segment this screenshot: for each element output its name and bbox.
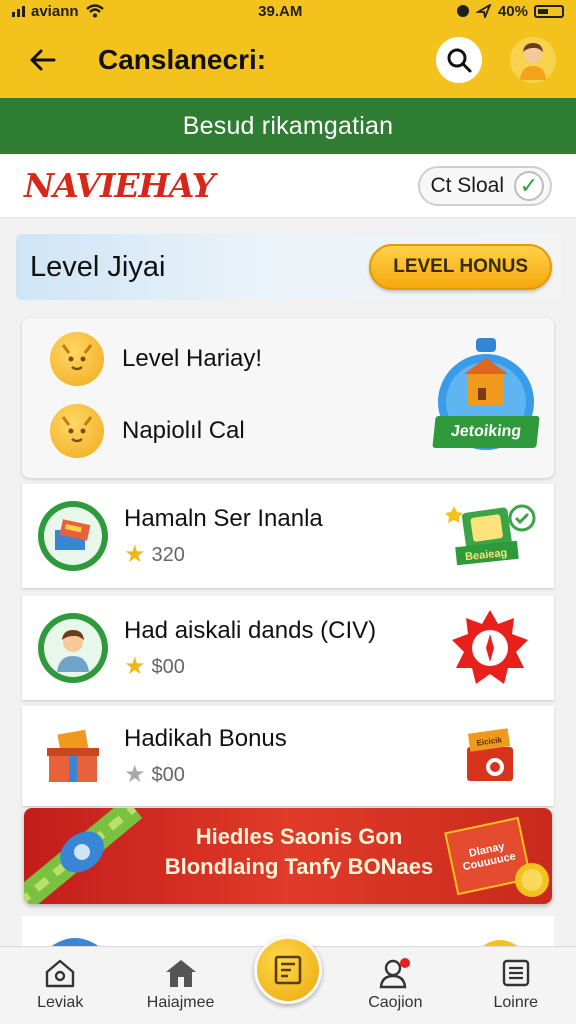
document-icon: [274, 955, 302, 985]
star-icon: ★: [124, 653, 146, 680]
nav-item-caojion[interactable]: Caojion: [340, 958, 450, 1012]
profile-avatar[interactable]: [510, 37, 556, 83]
item-text: Hamaln Ser Inanla ★ 320: [124, 505, 442, 567]
level-header: Level Jiyai LEVEL HONUS: [16, 234, 562, 300]
list-item[interactable]: Had aiskali dands (CIV) ★ $00: [22, 596, 554, 700]
item-title: Had aiskali dands (CIV): [124, 617, 377, 644]
level-row-label: Napiolıl Cal: [122, 417, 245, 444]
level-card[interactable]: Level Hariay! Napiolıl Cal Jetoiking: [22, 318, 554, 478]
trophy-label: Jetoiking: [432, 416, 540, 448]
item-side: Eicicik: [442, 716, 538, 796]
carrier-label: aviann: [31, 2, 79, 20]
item-side: Beaieag: [442, 496, 538, 576]
item-value: $00: [151, 655, 185, 678]
candy-wand-icon: [24, 808, 143, 904]
nav-item-loinre[interactable]: Loinre: [461, 958, 571, 1012]
page-title: Canslanecri:: [98, 44, 267, 75]
center-action-button[interactable]: [254, 936, 322, 1004]
item-meta: ★ $00: [124, 655, 442, 679]
signal-icon: [12, 5, 25, 17]
list-item[interactable]: Hadikah Bonus ★ $00 Eicicik: [22, 706, 554, 806]
level-row[interactable]: Level Hariay!: [50, 332, 262, 386]
search-icon: [447, 48, 472, 73]
home-outline-icon: [43, 958, 77, 988]
brand-row: NAVIEHAY Ct Sloal ✓: [0, 154, 576, 218]
item-title: Hamaln Ser Inanla: [124, 505, 323, 532]
status-bar: aviann 39.AM 40%: [0, 0, 576, 22]
home-filled-icon: [164, 958, 198, 988]
nav-item-haiajmee[interactable]: Haiajmee: [126, 958, 236, 1012]
item-meta: ★ $00: [124, 763, 442, 787]
person-avatar-icon: [57, 630, 89, 672]
star-icon: ★: [124, 541, 146, 568]
nav-label: Leviak: [37, 994, 84, 1011]
wifi-icon: [85, 4, 104, 18]
bonus-ticket-icon: Beaieag: [445, 504, 536, 566]
level-row-label: Level Hariay!: [122, 345, 263, 372]
battery-percent: 40%: [497, 2, 528, 20]
alarm-icon: [456, 5, 469, 17]
item-side: [442, 608, 538, 688]
promo-banner[interactable]: Hiedles Saonis Gon Blondlaing Tanfy BONa…: [24, 808, 552, 904]
trophy-badge: Jetoiking: [432, 336, 540, 456]
list-icon: [499, 958, 533, 988]
status-left: aviann: [12, 3, 105, 20]
search-button[interactable]: [436, 37, 482, 83]
promo-line-2: Blondlaing Tanfy BONaes: [164, 854, 434, 879]
compass-burst-icon: [452, 610, 528, 684]
cat-face-icon: [50, 332, 104, 386]
level-bonus-button[interactable]: LEVEL HONUS: [369, 244, 552, 290]
announcement-banner: Besud rikamgatian: [0, 98, 576, 154]
back-arrow-icon: [30, 49, 56, 71]
nav-label: Caojion: [368, 994, 423, 1011]
back-button[interactable]: [20, 38, 64, 82]
gift-box-icon: [47, 729, 99, 782]
level-row[interactable]: Napiolıl Cal: [50, 404, 245, 458]
star-icon: ★: [124, 761, 146, 788]
promo-text: Hiedles Saonis Gon Blondlaing Tanfy BONa…: [134, 822, 464, 882]
item-text: Hadikah Bonus ★ $00: [124, 725, 442, 787]
coin-icon: [515, 863, 549, 897]
cat-face-icon: [50, 404, 104, 458]
status-right: 40%: [456, 3, 564, 20]
app-bar: Canslanecri:: [0, 22, 576, 98]
check-icon: ✓: [514, 170, 544, 201]
item-title: Hadikah Bonus: [124, 725, 287, 752]
list-item[interactable]: Hamaln Ser Inanla ★ 320 Beaieag: [22, 484, 554, 588]
camera-box-icon: Eicicik: [467, 728, 513, 781]
brand-logo: NAVIEHAY: [24, 166, 215, 205]
item-meta: ★ 320: [124, 543, 442, 567]
status-time: 39.AM: [258, 2, 303, 20]
item-avatar: [38, 613, 108, 683]
nav-item-leviak[interactable]: Leviak: [5, 958, 115, 1012]
user-avatar-icon: [520, 43, 546, 80]
item-value: 320: [151, 543, 185, 566]
item-text: Had aiskali dands (CIV) ★ $00: [124, 617, 442, 679]
location-icon: [475, 4, 492, 18]
item-avatar: [38, 721, 108, 791]
level-title: Level Jiyai: [30, 250, 166, 283]
filter-toggle[interactable]: Ct Sloal ✓: [418, 165, 552, 206]
battery-icon: [534, 4, 564, 18]
promo-line-1: Hiedles Saonis Gon: [195, 824, 403, 849]
package-icon: [55, 519, 91, 550]
item-avatar: [38, 501, 108, 571]
nav-label: Loinre: [493, 994, 538, 1011]
filter-label: Ct Sloal: [430, 173, 504, 197]
nav-label: Haiajmee: [146, 994, 215, 1011]
profile-icon: [378, 958, 412, 989]
item-value: $00: [151, 763, 185, 786]
